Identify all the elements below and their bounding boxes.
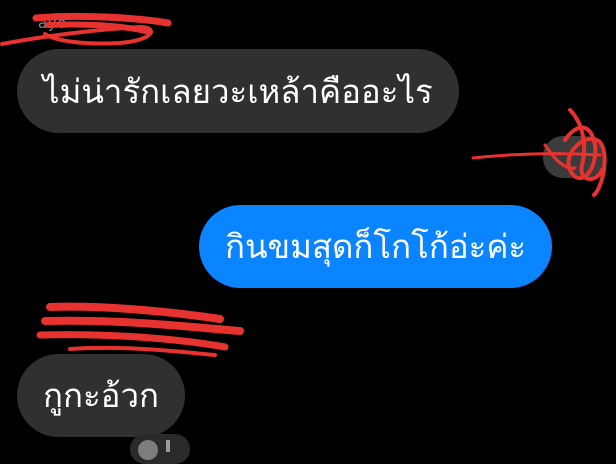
reaction-count-icon bbox=[166, 440, 170, 452]
message-text: กินขมสุดก็โกโก้อ่ะค่ะ bbox=[225, 227, 527, 266]
message-text: กูกะอ้วก bbox=[43, 376, 160, 415]
reaction-icon[interactable] bbox=[130, 434, 190, 464]
message-text: ไม่น่ารักเลยวะเหล้าคืออะไร bbox=[43, 71, 433, 111]
sender-name: ayo bbox=[38, 14, 67, 32]
redaction-scribble-sender bbox=[0, 12, 172, 46]
reaction-emoji-icon bbox=[138, 440, 158, 460]
message-bubble-outgoing[interactable]: กินขมสุดก็โกโก้อ่ะค่ะ bbox=[199, 205, 553, 288]
message-bubble-incoming[interactable]: ไม่น่ารักเลยวะเหล้าคืออะไร bbox=[17, 49, 459, 133]
message-bubble-incoming[interactable]: กูกะอ้วก bbox=[17, 354, 186, 437]
avatar-icon bbox=[543, 136, 605, 178]
